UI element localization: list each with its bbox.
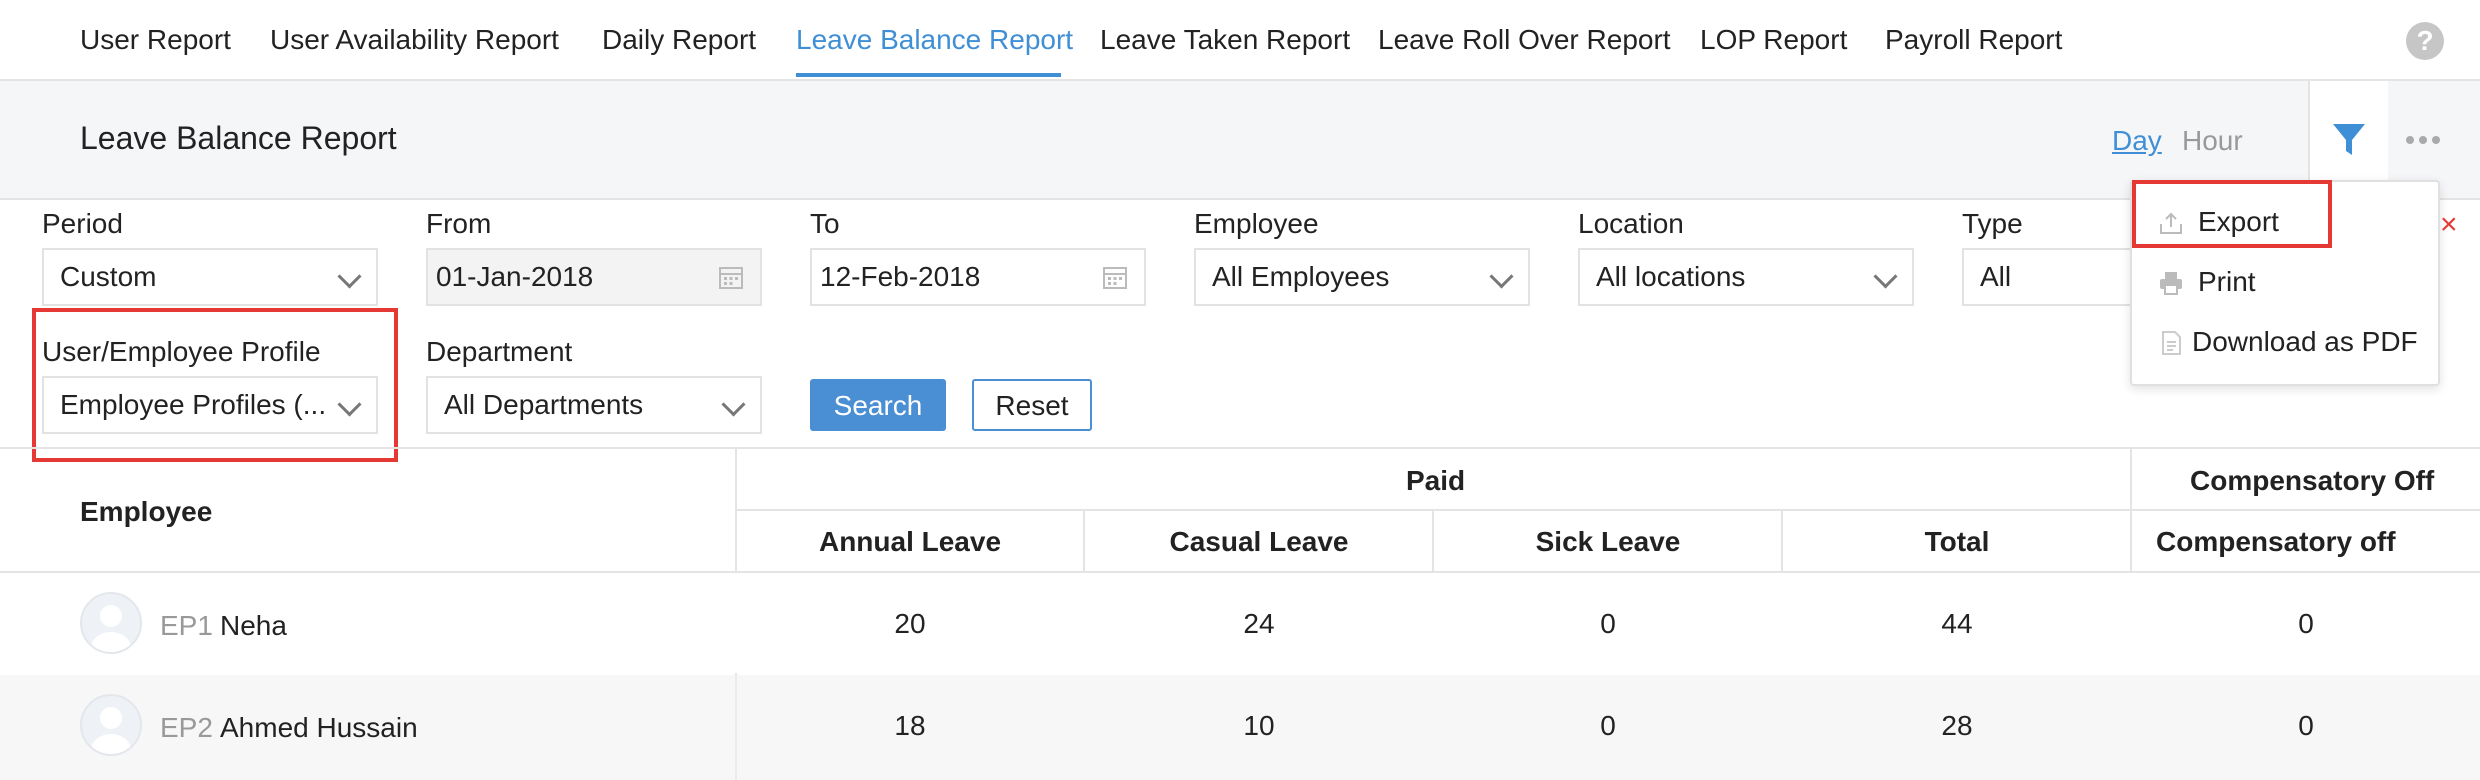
chevron-down-icon bbox=[337, 392, 362, 417]
search-button[interactable]: Search bbox=[810, 379, 946, 431]
department-value: All Departments bbox=[444, 389, 644, 420]
profile-label: User/Employee Profile bbox=[42, 336, 321, 367]
total-header: Total bbox=[1924, 526, 1990, 557]
period-select[interactable]: Custom bbox=[42, 248, 378, 306]
export-menu: Export Print Download as PDF bbox=[2130, 180, 2440, 386]
annual-leave-value: 18 bbox=[894, 710, 926, 741]
avatar bbox=[80, 592, 142, 654]
employee-column-header: Employee bbox=[80, 496, 213, 527]
paid-group-header: Paid bbox=[1406, 465, 1466, 496]
tab-payroll-report[interactable]: Payroll Report bbox=[1885, 24, 2062, 56]
active-tab-indicator bbox=[796, 73, 1061, 77]
compensatory-off-header: Compensatory off bbox=[2156, 526, 2396, 557]
compensatory-off-value: 0 bbox=[2298, 710, 2314, 741]
from-date-value: 01-Jan-2018 bbox=[436, 261, 594, 292]
to-date-field[interactable]: 12-Feb-2018 bbox=[810, 248, 1146, 306]
location-label: Location bbox=[1578, 208, 1684, 239]
type-label: Type bbox=[1962, 208, 2023, 239]
tab-leave-taken-report[interactable]: Leave Taken Report bbox=[1100, 24, 1350, 56]
menu-item-export[interactable]: Export bbox=[2198, 206, 2279, 238]
header-divider bbox=[736, 509, 2480, 511]
top-nav: User Report User Availability Report Dai… bbox=[0, 0, 2480, 81]
printer-icon bbox=[2160, 272, 2182, 295]
profile-value: Employee Profiles (... bbox=[60, 389, 327, 420]
menu-item-print[interactable]: Print bbox=[2198, 266, 2256, 298]
tab-leave-roll-over-report[interactable]: Leave Roll Over Report bbox=[1378, 24, 1671, 56]
tab-user-report[interactable]: User Report bbox=[80, 24, 231, 56]
employee-value: All Employees bbox=[1212, 261, 1390, 292]
employee-name[interactable]: Ahmed Hussain bbox=[220, 712, 418, 744]
annual-leave-value: 20 bbox=[894, 608, 926, 639]
table-top-border bbox=[0, 447, 2480, 449]
to-date-value: 12-Feb-2018 bbox=[820, 261, 981, 292]
location-select[interactable]: All locations bbox=[1578, 248, 1914, 306]
employee-code: EP2 bbox=[160, 712, 213, 743]
total-value: 28 bbox=[1941, 710, 1973, 741]
to-label: To bbox=[810, 208, 840, 239]
location-value: All locations bbox=[1596, 261, 1746, 292]
view-hour-link[interactable]: Hour bbox=[2182, 125, 2243, 157]
reset-button[interactable]: Reset bbox=[972, 379, 1092, 431]
sick-leave-header: Sick Leave bbox=[1535, 526, 1681, 557]
chevron-down-icon bbox=[337, 264, 362, 289]
casual-leave-value: 24 bbox=[1243, 608, 1275, 639]
compensatory-off-value: 0 bbox=[2298, 608, 2314, 639]
tab-daily-report[interactable]: Daily Report bbox=[602, 24, 756, 56]
close-icon[interactable]: × bbox=[2440, 208, 2458, 242]
department-label: Department bbox=[426, 336, 573, 367]
from-label: From bbox=[426, 208, 492, 239]
department-select[interactable]: All Departments bbox=[426, 376, 762, 434]
tab-leave-balance-report[interactable]: Leave Balance Report bbox=[796, 24, 1073, 56]
help-icon[interactable]: ? bbox=[2406, 22, 2444, 60]
casual-leave-value: 10 bbox=[1243, 710, 1275, 741]
tab-lop-report[interactable]: LOP Report bbox=[1700, 24, 1847, 56]
period-label: Period bbox=[42, 208, 123, 239]
employee-label: Employee bbox=[1194, 208, 1319, 239]
more-dots-icon bbox=[2406, 135, 2440, 144]
chevron-down-icon bbox=[721, 392, 746, 417]
employee-code: EP1 bbox=[160, 610, 213, 641]
pdf-icon bbox=[2162, 331, 2181, 355]
chevron-down-icon bbox=[1489, 264, 1514, 289]
from-date-field[interactable]: 01-Jan-2018 bbox=[426, 248, 762, 306]
casual-leave-header: Casual Leave bbox=[1169, 526, 1349, 557]
type-value: All bbox=[1980, 261, 2012, 292]
employee-select[interactable]: All Employees bbox=[1194, 248, 1530, 306]
total-value: 44 bbox=[1941, 608, 1973, 639]
page-title: Leave Balance Report bbox=[80, 120, 397, 156]
employee-name[interactable]: Neha bbox=[220, 610, 287, 642]
calendar-icon bbox=[719, 267, 743, 289]
view-day-link[interactable]: Day bbox=[2112, 125, 2162, 157]
period-value: Custom bbox=[60, 261, 157, 292]
annual-leave-header: Annual Leave bbox=[818, 526, 1002, 557]
comp-off-group-header: Compensatory Off bbox=[2190, 465, 2435, 496]
profile-select[interactable]: Employee Profiles (... bbox=[42, 376, 378, 434]
menu-item-download-pdf[interactable]: Download as PDF bbox=[2192, 326, 2418, 358]
calendar-icon bbox=[1103, 267, 1127, 289]
upload-icon bbox=[2160, 212, 2182, 234]
avatar bbox=[80, 694, 142, 756]
tab-user-availability-report[interactable]: User Availability Report bbox=[270, 24, 559, 56]
sick-leave-value: 0 bbox=[1600, 710, 1616, 741]
funnel-icon bbox=[2333, 123, 2365, 155]
sick-leave-value: 0 bbox=[1600, 608, 1616, 639]
chevron-down-icon bbox=[1873, 264, 1898, 289]
